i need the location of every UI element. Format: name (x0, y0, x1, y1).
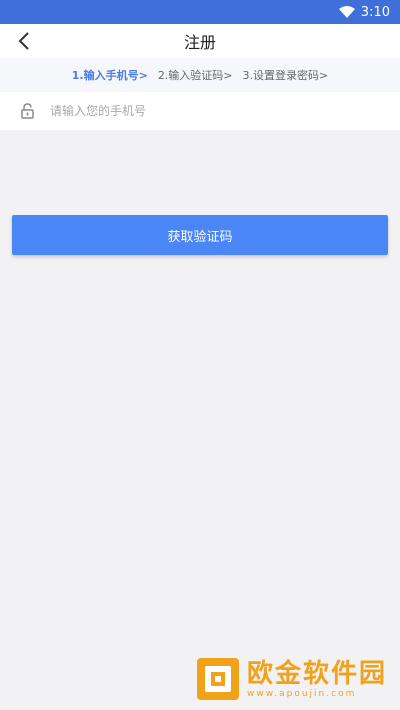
step-3: 3.设置登录密码> (242, 69, 329, 82)
back-button[interactable] (10, 24, 38, 58)
page-title: 注册 (183, 33, 216, 52)
watermark: 欧金软件园 www.apoujin.com (195, 654, 390, 704)
lock-icon (20, 103, 34, 119)
watermark-logo-icon (195, 656, 241, 702)
phone-input[interactable] (50, 104, 350, 118)
get-code-button[interactable]: 获取验证码 (12, 215, 388, 255)
status-time: 3:10 (360, 4, 390, 20)
phone-field-row (0, 92, 400, 130)
watermark-url: www.apoujin.com (247, 689, 357, 699)
status-bar: 3:10 (0, 0, 400, 24)
app-bar: 注册 (0, 24, 400, 58)
step-1: 1.输入手机号> (71, 69, 148, 82)
back-arrow-icon (18, 32, 29, 50)
step-2: 2.输入验证码> (157, 69, 233, 82)
step-indicator: 1.输入手机号> 2.输入验证码> 3.设置登录密码> (0, 58, 400, 92)
watermark-title: 欧金软件园 (247, 659, 388, 689)
wifi-icon (338, 6, 355, 18)
